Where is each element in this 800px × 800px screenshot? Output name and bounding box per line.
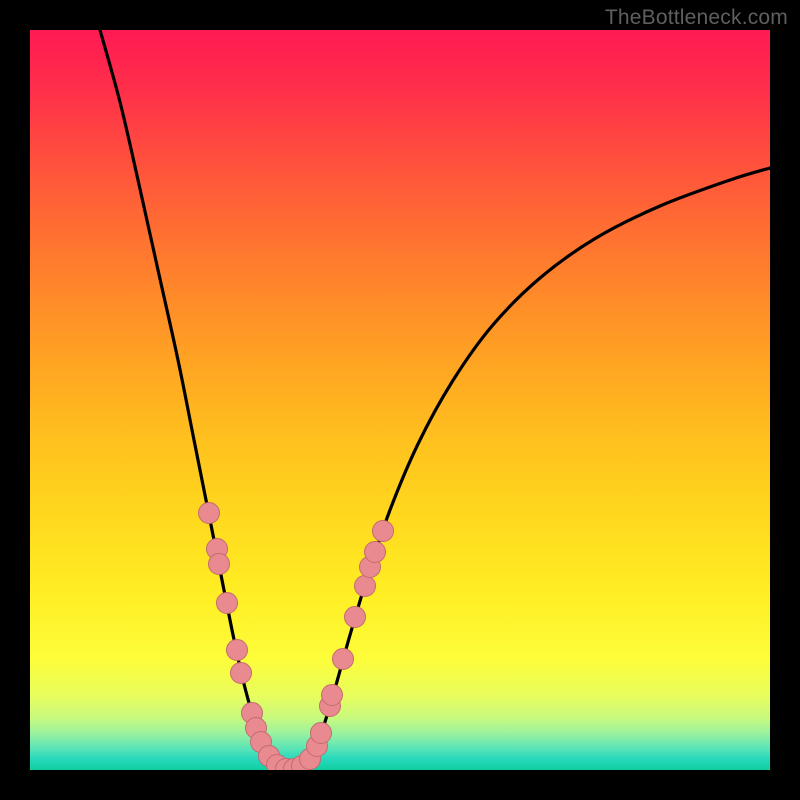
dot-marker	[227, 640, 248, 661]
dot-marker	[355, 576, 376, 597]
dot-marker	[373, 521, 394, 542]
highlighted-dots-group	[199, 503, 394, 771]
dot-marker	[333, 649, 354, 670]
dot-marker	[322, 685, 343, 706]
dot-marker	[199, 503, 220, 524]
curve-right-branch	[306, 168, 770, 766]
chart-svg	[30, 30, 770, 770]
curve-left-branch	[100, 30, 274, 766]
dot-marker	[345, 607, 366, 628]
dot-marker	[209, 554, 230, 575]
dot-marker	[311, 723, 332, 744]
dot-marker	[365, 542, 386, 563]
dot-marker	[217, 593, 238, 614]
dot-marker	[231, 663, 252, 684]
chart-frame	[30, 30, 770, 770]
credit-text: TheBottleneck.com	[605, 6, 788, 30]
